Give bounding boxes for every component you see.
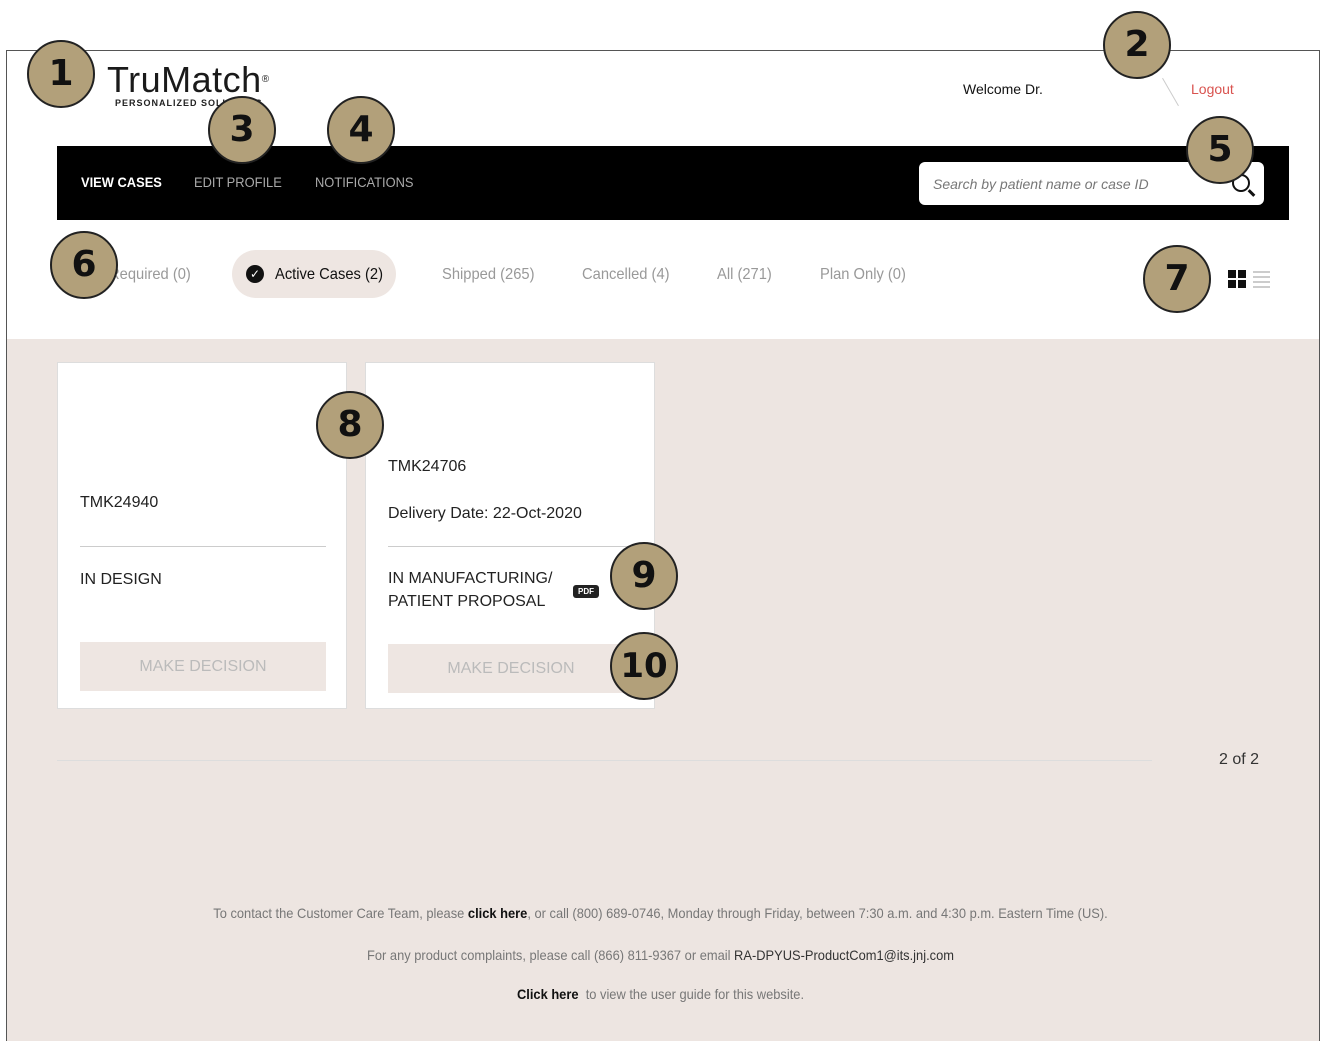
grid-view-icon[interactable] [1228,270,1246,288]
filter-active-cases[interactable]: ✓ Active Cases (2) [232,250,396,298]
footer-user-guide-text: to view the user guide for this website. [578,986,805,1002]
search-placeholder: Search by patient name or case ID [933,176,1149,192]
footer-user-guide: Click here to view the user guide for th… [53,986,1268,1002]
callout-badge: 7 [1143,245,1211,313]
footer-complaints-text: For any product complaints, please call … [367,947,735,963]
filter-shipped[interactable]: Shipped (265) [442,266,534,284]
nav-edit-profile[interactable]: EDIT PROFILE [194,174,282,190]
case-status-line1: IN MANUFACTURING/ [388,570,553,587]
filter-all[interactable]: All (271) [717,266,772,284]
filter-cancelled[interactable]: Cancelled (4) [582,266,670,284]
case-status-line2: PATIENT PROPOSAL [388,593,546,610]
card-divider [388,546,634,547]
filter-active-label: Active Cases (2) [275,266,383,283]
logout-link[interactable]: Logout [1191,81,1234,97]
case-filter-bar: Action Required (0) ✓ Active Cases (2) S… [0,250,1321,300]
delivery-date: Delivery Date: 22-Oct-2020 [388,505,582,522]
make-decision-button[interactable]: MAKE DECISION [388,644,634,693]
check-icon: ✓ [246,265,264,283]
logo-word: TruMatch [107,59,262,100]
callout-badge: 3 [208,96,276,164]
footer-complaints: For any product complaints, please call … [53,947,1268,963]
callout-badge: 5 [1186,116,1254,184]
pdf-icon[interactable]: PDF [573,585,599,598]
nav-notifications[interactable]: NOTIFICATIONS [315,174,414,190]
pagination-count: 2 of 2 [1219,751,1260,768]
case-status: IN MANUFACTURING/ PATIENT PROPOSAL [388,567,552,613]
callout-badge: 6 [50,231,118,299]
callout-badge: 10 [610,632,678,700]
callout-badge: 2 [1103,11,1171,79]
card-divider [80,546,326,547]
footer-contact-text: To contact the Customer Care Team, pleas… [213,905,468,921]
user-guide-click-here-link[interactable]: Click here [517,986,579,1002]
pager-divider [57,760,1152,761]
filter-plan-only[interactable]: Plan Only (0) [820,266,906,284]
nav-view-cases[interactable]: VIEW CASES [81,174,162,190]
contact-click-here-link[interactable]: click here [468,905,527,921]
callout-badge: 1 [27,40,95,108]
callout-badge: 4 [327,96,395,164]
welcome-text: Welcome Dr. [963,81,1043,97]
footer-contact-hours: , or call (800) 689-0746, Monday through… [527,905,1108,921]
case-card[interactable]: TMK24940 IN DESIGN MAKE DECISION [57,362,347,709]
footer-contact: To contact the Customer Care Team, pleas… [53,905,1268,921]
case-status: IN DESIGN [80,571,162,588]
make-decision-button[interactable]: MAKE DECISION [80,642,326,691]
case-id: TMK24940 [80,494,159,511]
callout-badge: 8 [316,391,384,459]
list-view-icon[interactable] [1253,270,1270,288]
complaints-email-link[interactable]: RA-DPYUS-ProductCom1@its.jnj.com [734,947,954,963]
case-id: TMK24706 [388,458,467,475]
callout-badge: 9 [610,542,678,610]
